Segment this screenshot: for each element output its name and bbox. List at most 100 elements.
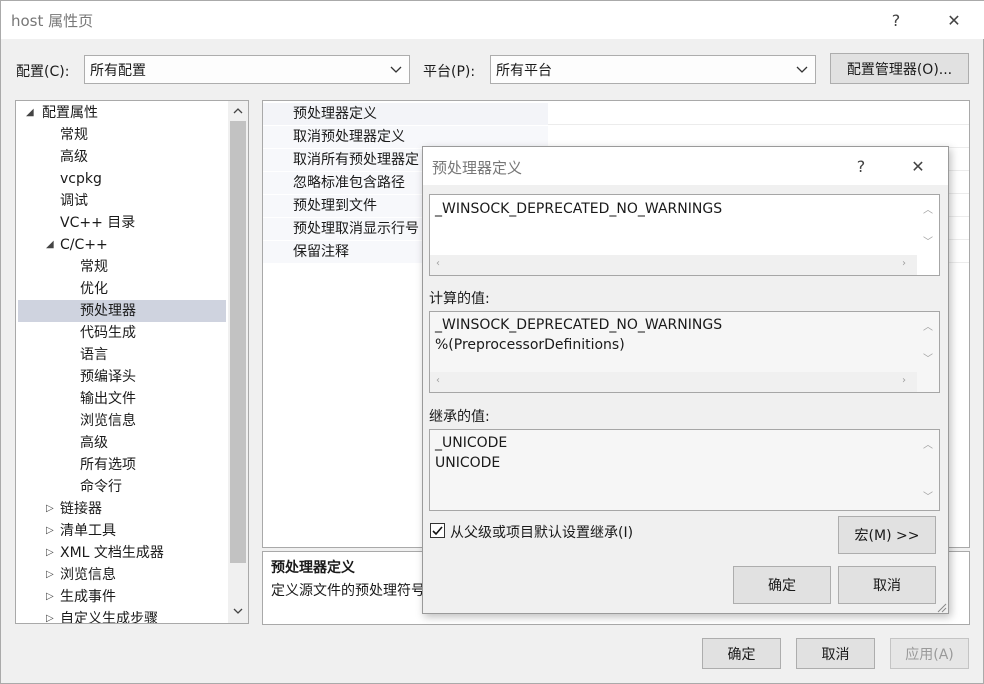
tree-item[interactable]: 高级 — [18, 432, 226, 454]
tree-item[interactable]: 代码生成 — [18, 322, 226, 344]
tree-item[interactable]: ▷ 浏览信息 — [18, 564, 226, 586]
tree-item[interactable]: 浏览信息 — [18, 410, 226, 432]
collapsed-icon[interactable]: ▷ — [46, 564, 54, 586]
evaluated-hscroll[interactable]: ‹ › — [430, 372, 917, 392]
dialog-close-button[interactable]: ✕ — [895, 148, 941, 184]
tree-item-label: 输出文件 — [80, 391, 136, 407]
config-select[interactable]: 所有配置 — [84, 55, 410, 84]
resize-grip-icon[interactable] — [935, 601, 947, 613]
expanded-icon[interactable]: ◢ — [46, 234, 54, 256]
tree-item[interactable]: 输出文件 — [18, 388, 226, 410]
tree-item-label: 所有选项 — [80, 457, 136, 473]
evaluated-value-text: _WINSOCK_DEPRECATED_NO_WARNINGS %(Preproc… — [435, 315, 722, 355]
scroll-down-icon[interactable]: ﹀ — [923, 350, 933, 365]
tree-scrollbar[interactable] — [228, 101, 248, 623]
tree-item-label: 预编译头 — [80, 369, 136, 385]
tree-item-label: 链接器 — [60, 501, 102, 517]
evaluated-vscroll[interactable]: ︿ ﹀ — [917, 312, 939, 372]
collapsed-icon[interactable]: ▷ — [46, 498, 54, 520]
collapsed-icon[interactable]: ▷ — [46, 586, 54, 608]
tree-item[interactable]: ▷ XML 文档生成器 — [18, 542, 226, 564]
scroll-left-icon[interactable]: ‹ — [436, 375, 440, 386]
tree-item[interactable]: VC++ 目录 — [18, 212, 226, 234]
tree-item[interactable]: 调试 — [18, 190, 226, 212]
apply-button[interactable]: 应用(A) — [890, 638, 969, 669]
tree-item[interactable]: 优化 — [18, 278, 226, 300]
close-button[interactable]: ✕ — [931, 2, 977, 38]
tree-item-label: C/C++ — [60, 237, 108, 253]
scroll-left-icon[interactable]: ‹ — [436, 258, 440, 269]
edit-vscroll[interactable]: ︿ ﹀ — [917, 195, 939, 255]
scroll-right-icon[interactable]: › — [902, 375, 906, 386]
scroll-up-icon[interactable]: ︿ — [923, 436, 933, 451]
scroll-down-icon[interactable]: ﹀ — [923, 233, 933, 248]
description-title: 预处理器定义 — [271, 560, 355, 576]
tree-item[interactable]: 常规 — [18, 256, 226, 278]
ok-button[interactable]: 确定 — [702, 638, 781, 669]
value-line: %(PreprocessorDefinitions) — [435, 337, 625, 353]
tree-item[interactable]: ▷ 自定义生成步骤 — [18, 608, 226, 623]
tree-item-label: VC++ 目录 — [60, 215, 136, 231]
tree-item[interactable]: 常规 — [18, 124, 226, 146]
tree-item[interactable]: ◢ 配置属性 — [18, 102, 226, 124]
tree-item-label: 命令行 — [80, 479, 122, 495]
inherited-value-text: _UNICODE UNICODE — [435, 433, 507, 473]
tree-item[interactable]: ◢ C/C++ — [18, 234, 226, 256]
dialog-help-button[interactable]: ? — [838, 148, 884, 184]
definitions-edit-box[interactable]: _WINSOCK_DEPRECATED_NO_WARNINGS ︿ ﹀ ‹ › — [429, 194, 940, 276]
scroll-down-icon[interactable] — [232, 605, 244, 617]
tree-item-label: 常规 — [60, 127, 88, 143]
tree-item[interactable]: 预处理器 — [18, 300, 226, 322]
tree-item[interactable]: vcpkg — [18, 168, 226, 190]
cancel-button[interactable]: 取消 — [796, 638, 875, 669]
property-name: 预处理器定义 — [263, 103, 548, 125]
definitions-edit-value[interactable]: _WINSOCK_DEPRECATED_NO_WARNINGS — [435, 199, 722, 219]
inherited-vscroll[interactable]: ︿ ﹀ — [917, 430, 939, 510]
collapsed-icon[interactable]: ▷ — [46, 608, 54, 623]
tree-item-label: 生成事件 — [60, 589, 116, 605]
tree-item[interactable]: ▷ 清单工具 — [18, 520, 226, 542]
platform-select-value: 所有平台 — [496, 63, 552, 79]
platform-select[interactable]: 所有平台 — [490, 55, 816, 84]
tree-item[interactable]: ▷ 链接器 — [18, 498, 226, 520]
macro-button[interactable]: 宏(M) >> — [838, 516, 936, 554]
description-text: 定义源文件的预处理符号 — [271, 583, 425, 599]
tree-item[interactable]: 命令行 — [18, 476, 226, 498]
collapsed-icon[interactable]: ▷ — [46, 542, 54, 564]
scroll-down-icon[interactable]: ﹀ — [923, 488, 933, 503]
scroll-up-icon[interactable]: ︿ — [923, 318, 933, 333]
tree-scroll-thumb[interactable] — [230, 121, 246, 563]
dialog-ok-button[interactable]: 确定 — [733, 566, 831, 604]
property-row[interactable]: 取消预处理器定义 — [263, 126, 969, 148]
config-manager-button[interactable]: 配置管理器(O)... — [830, 53, 969, 84]
tree-item[interactable]: 所有选项 — [18, 454, 226, 476]
help-button[interactable]: ? — [873, 2, 919, 38]
dialog-cancel-button[interactable]: 取消 — [838, 566, 936, 604]
property-row[interactable]: 预处理器定义 — [263, 103, 969, 125]
scroll-up-icon[interactable]: ︿ — [923, 201, 933, 216]
inherit-checkbox-label[interactable]: 从父级或项目默认设置继承(I) — [450, 522, 633, 542]
tree-item[interactable]: 高级 — [18, 146, 226, 168]
platform-label: 平台(P): — [423, 64, 476, 80]
tree-item-label: 自定义生成步骤 — [60, 611, 158, 623]
scroll-up-icon[interactable] — [232, 105, 244, 117]
tree-item[interactable]: ▷ 生成事件 — [18, 586, 226, 608]
scroll-right-icon[interactable]: › — [902, 258, 906, 269]
tree-item[interactable]: 预编译头 — [18, 366, 226, 388]
window-title: host 属性页 — [11, 12, 94, 30]
collapsed-icon[interactable]: ▷ — [46, 520, 54, 542]
inherit-checkbox[interactable] — [430, 523, 445, 538]
expanded-icon[interactable]: ◢ — [26, 102, 34, 124]
tree-panel: ◢ 配置属性 常规 高级 vcpkg 调试 VC++ 目录 ◢ C/C++ 常规 优化 预处理器 代码生… — [15, 100, 249, 624]
close-icon: ✕ — [947, 10, 961, 30]
tree-item-label: 代码生成 — [80, 325, 136, 341]
tree-item-label: 浏览信息 — [80, 413, 136, 429]
property-tree: ◢ 配置属性 常规 高级 vcpkg 调试 VC++ 目录 ◢ C/C++ 常规 优化 预处理器 代码生… — [16, 101, 228, 623]
tree-item-label: vcpkg — [60, 171, 102, 187]
dialog-title-bar: 预处理器定义 ? ✕ — [423, 147, 948, 185]
edit-hscroll[interactable]: ‹ › — [430, 255, 917, 275]
tree-item[interactable]: 语言 — [18, 344, 226, 366]
tree-item-label: 高级 — [60, 149, 88, 165]
chevron-down-icon — [390, 66, 402, 73]
tree-item-label: 高级 — [80, 435, 108, 451]
